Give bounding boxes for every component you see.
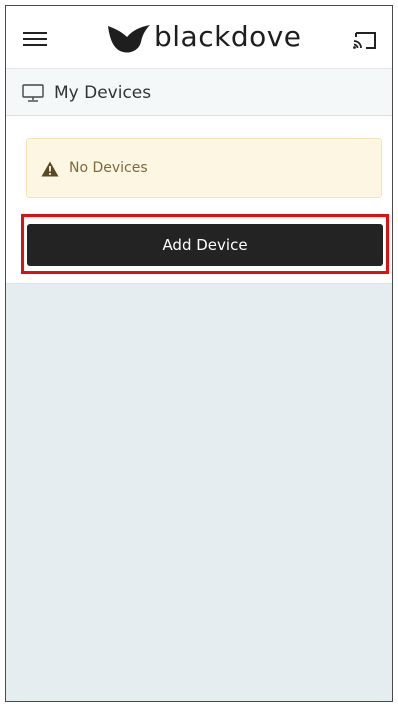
cast-icon[interactable] [352,30,378,50]
section-header: My Devices [6,68,392,116]
brand-logo: blackdove [106,20,302,54]
warning-icon [41,161,59,177]
add-device-button[interactable]: Add Device [27,224,383,266]
dove-logo-icon [108,25,150,53]
monitor-icon [22,84,44,102]
app-frame: blackdove My Devices No Devices Add Devi… [5,5,393,702]
brand-name: blackdove [154,20,302,53]
hamburger-menu-icon[interactable] [23,32,47,46]
page-title: My Devices [54,83,152,103]
no-devices-alert: No Devices [26,138,382,198]
devices-panel: No Devices Add Device [6,116,392,284]
app-header: blackdove [6,6,392,68]
alert-message: No Devices [69,160,148,176]
